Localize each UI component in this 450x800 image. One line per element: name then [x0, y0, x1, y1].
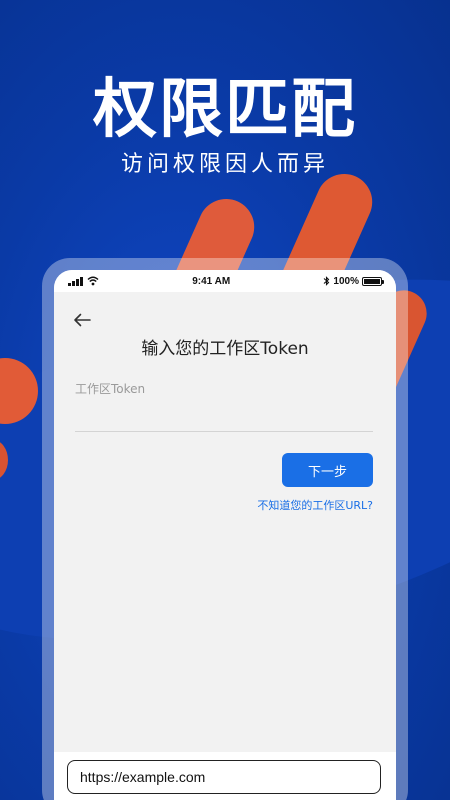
- arrow-left-icon: [74, 313, 91, 327]
- promo-headline: 权限匹配: [93, 73, 357, 147]
- token-field-label: 工作区Token: [75, 382, 146, 396]
- status-bar-left: [68, 276, 99, 286]
- back-button[interactable]: [70, 308, 94, 332]
- status-time: 9:41 AM: [192, 275, 231, 287]
- url-input[interactable]: [67, 760, 381, 794]
- token-input[interactable]: [75, 398, 373, 432]
- promo-subline: 访问权限因人而异: [120, 152, 329, 177]
- wifi-icon: [87, 276, 99, 286]
- screen-title: 输入您的工作区Token: [141, 339, 309, 359]
- bluetooth-icon: [324, 276, 330, 286]
- phone-screen: 9:41 AM 100% 输入您的工作区Token 工作区Token 下一步 不…: [54, 270, 396, 800]
- battery-icon: [362, 276, 384, 286]
- workspace-url-help-link[interactable]: 不知道您的工作区URL?: [257, 497, 373, 513]
- next-button[interactable]: 下一步: [282, 453, 373, 487]
- signal-icon: [68, 276, 83, 286]
- status-bar-right: 100%: [323, 275, 384, 287]
- status-bar: 9:41 AM 100%: [54, 270, 396, 292]
- battery-percent: 100%: [333, 275, 359, 287]
